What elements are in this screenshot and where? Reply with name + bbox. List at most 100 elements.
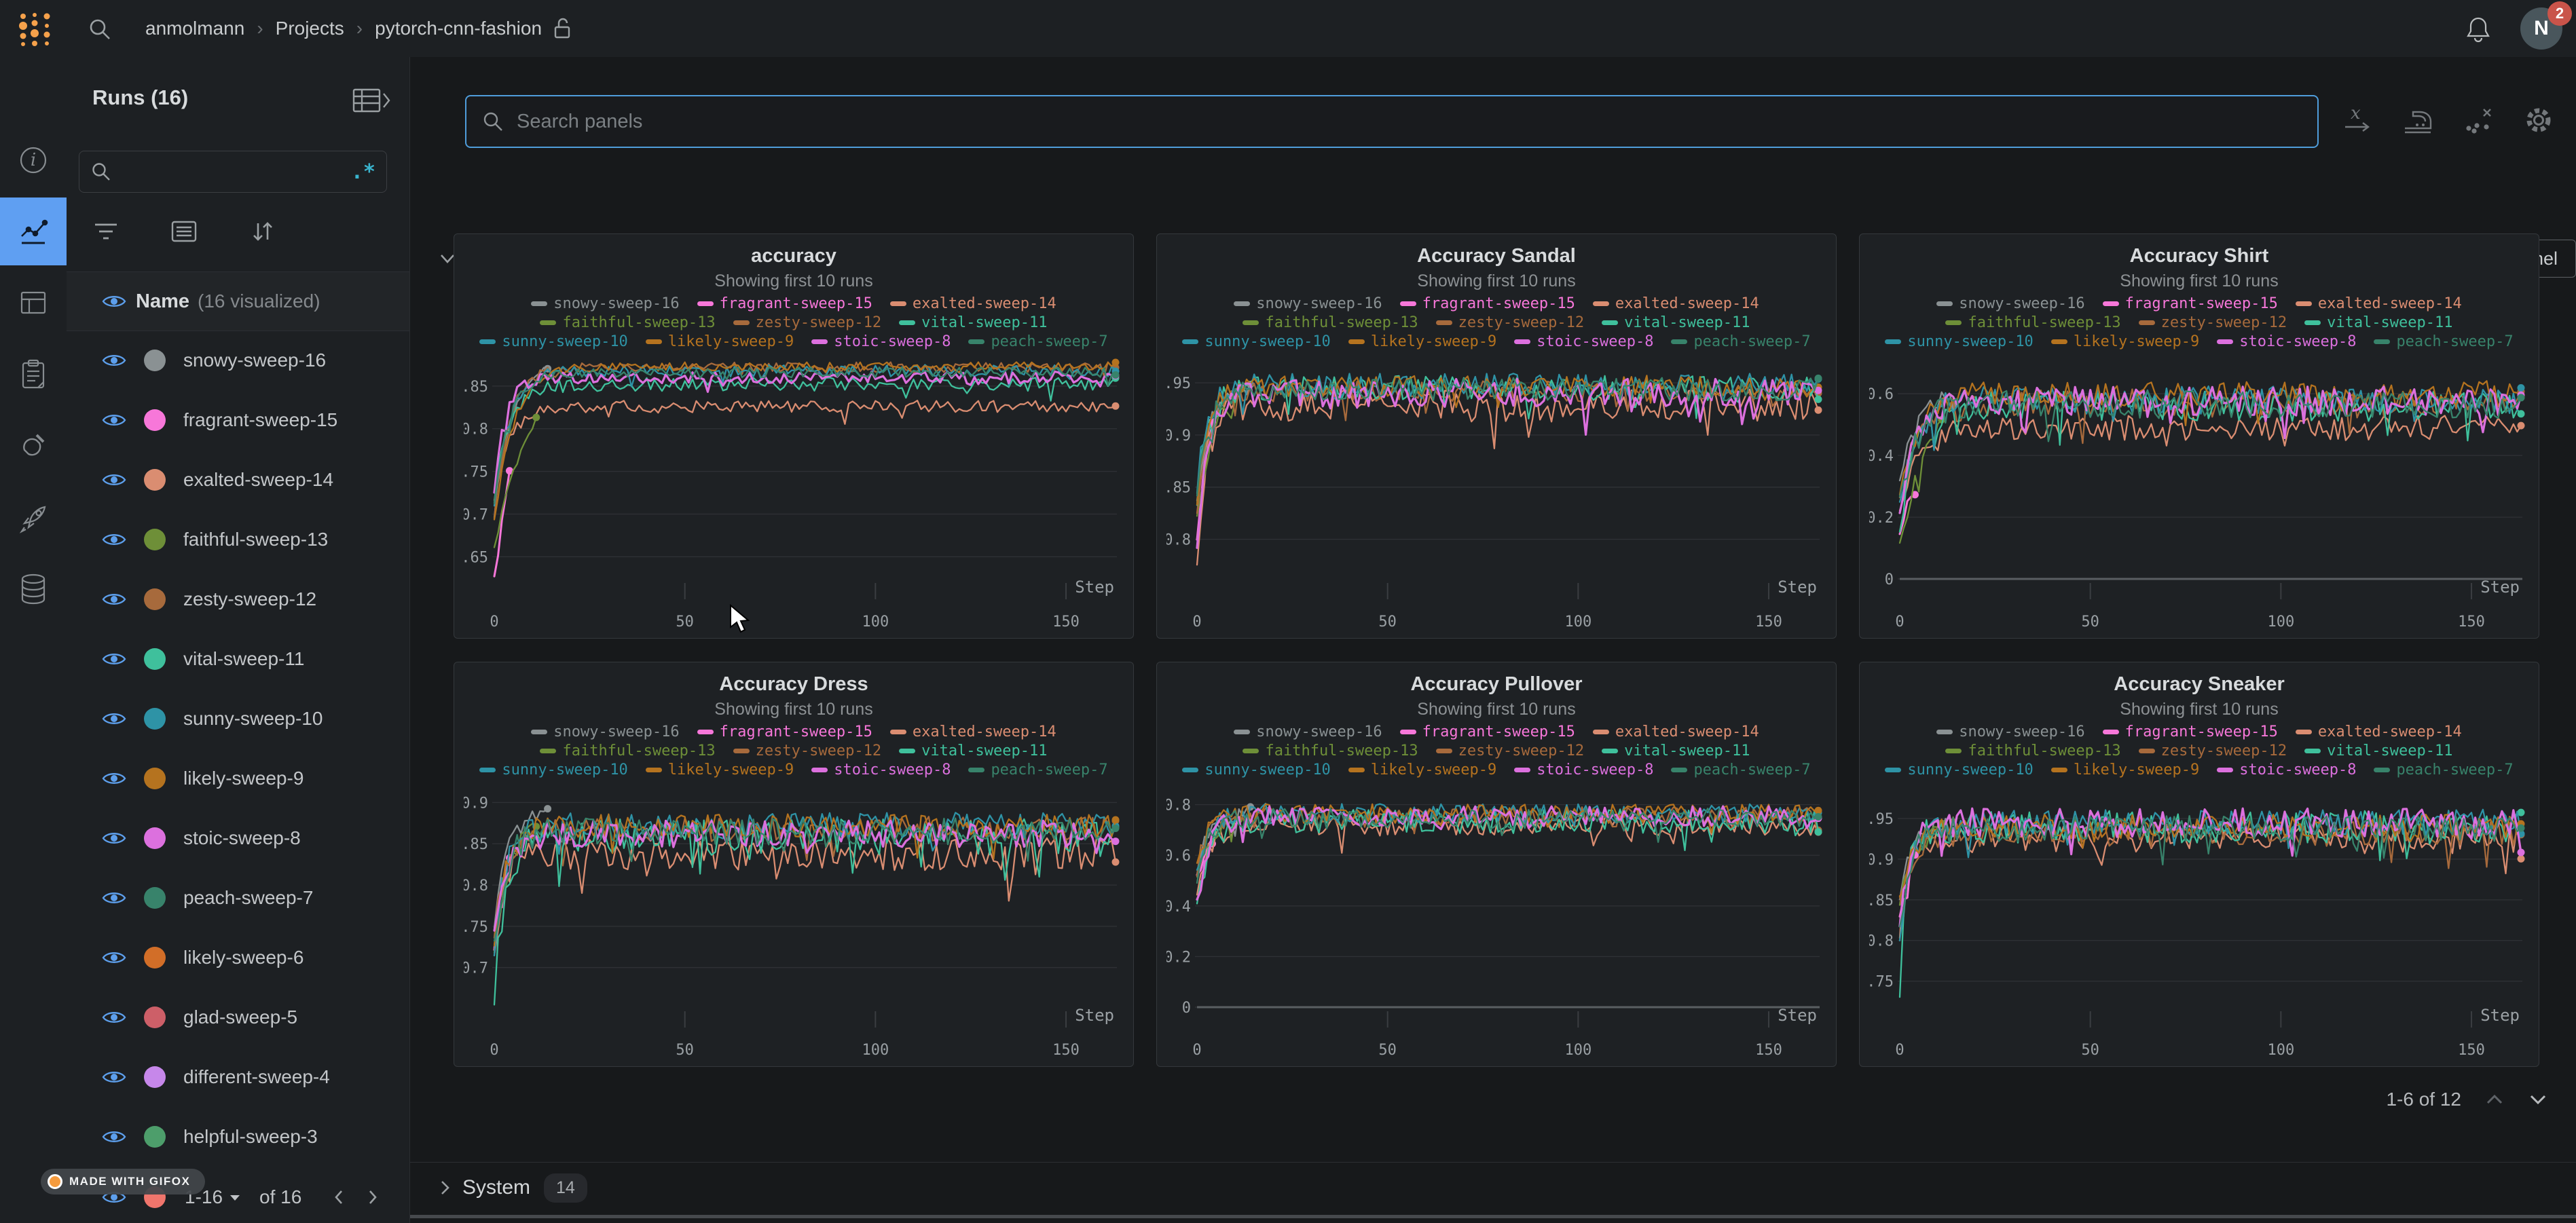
global-search-icon[interactable] <box>87 16 113 42</box>
run-name[interactable]: snowy-sweep-16 <box>183 350 326 371</box>
legend-swatch <box>2051 339 2067 344</box>
visibility-eye-icon[interactable] <box>102 1009 126 1026</box>
run-name[interactable]: different-sweep-4 <box>183 1066 330 1088</box>
group-list-icon[interactable] <box>145 220 223 243</box>
legend-item: zesty-sweep-12 <box>733 742 881 759</box>
run-row[interactable]: vital-sweep-11 <box>67 629 409 689</box>
charts-workspace-icon[interactable] <box>0 197 67 265</box>
run-name[interactable]: exalted-sweep-14 <box>183 469 333 491</box>
breadcrumb-project[interactable]: pytorch-cnn-fashion <box>375 18 542 39</box>
run-row[interactable]: zesty-sweep-12 <box>67 569 409 629</box>
legend-run-name: faithful-sweep-13 <box>1968 742 2120 759</box>
svg-text:0: 0 <box>490 1042 498 1059</box>
chart-subtitle: Showing first 10 runs <box>1157 700 1836 719</box>
svg-text:0.6: 0.6 <box>1869 386 1894 403</box>
notifications-bell-icon[interactable] <box>2465 15 2492 43</box>
run-row[interactable]: faithful-sweep-13 <box>67 510 409 569</box>
next-page-icon[interactable] <box>365 1187 380 1207</box>
run-row[interactable]: likely-sweep-9 <box>67 749 409 808</box>
legend-item: zesty-sweep-12 <box>1436 314 1584 331</box>
x-axis-icon[interactable]: x <box>2342 105 2372 135</box>
legend-swatch <box>1945 749 1962 753</box>
run-name[interactable]: glad-sweep-5 <box>183 1006 297 1028</box>
legend-run-name: exalted-sweep-14 <box>2318 295 2462 312</box>
panel-search[interactable] <box>465 95 2319 148</box>
run-row[interactable]: exalted-sweep-14 <box>67 450 409 510</box>
chart-panel[interactable]: Accuracy SandalShowing first 10 runssnow… <box>1156 233 1837 639</box>
run-row[interactable]: peach-sweep-7 <box>67 868 409 928</box>
run-row[interactable]: stoic-sweep-8 <box>67 808 409 868</box>
visibility-eye-icon[interactable] <box>102 1069 126 1085</box>
wandb-logo-icon[interactable] <box>18 11 53 48</box>
breadcrumb-user[interactable]: anmolmann <box>145 18 244 39</box>
run-row[interactable]: glad-sweep-5 <box>67 987 409 1047</box>
expand-runs-table-icon[interactable] <box>352 87 390 114</box>
prev-page-icon[interactable] <box>331 1187 346 1207</box>
run-name[interactable]: sunny-sweep-10 <box>183 708 323 730</box>
run-name[interactable]: faithful-sweep-13 <box>183 529 328 550</box>
visibility-eye-icon[interactable] <box>102 293 126 309</box>
run-name[interactable]: peach-sweep-7 <box>183 887 313 909</box>
visibility-eye-icon[interactable] <box>102 352 126 369</box>
runs-search-input[interactable]: .* <box>79 151 387 193</box>
chart-panel[interactable]: Accuracy DressShowing first 10 runssnowy… <box>454 662 1134 1067</box>
visibility-eye-icon[interactable] <box>102 770 126 787</box>
system-section-header[interactable]: System 14 <box>438 1162 2576 1213</box>
regex-toggle[interactable]: .* <box>351 160 375 184</box>
run-name[interactable]: likely-sweep-6 <box>183 947 303 968</box>
sweeps-broom-icon[interactable] <box>0 413 67 481</box>
visibility-eye-icon[interactable] <box>102 531 126 548</box>
overview-info-icon[interactable]: i <box>0 126 67 194</box>
run-row[interactable]: different-sweep-4 <box>67 1047 409 1107</box>
chart-subtitle: Showing first 10 runs <box>454 700 1133 719</box>
visibility-eye-icon[interactable] <box>102 651 126 667</box>
run-row[interactable]: helpful-sweep-3 <box>67 1107 409 1167</box>
visibility-eye-icon[interactable] <box>102 890 126 906</box>
run-row[interactable]: fragrant-sweep-15 <box>67 390 409 450</box>
page-up-icon[interactable] <box>2484 1093 2505 1106</box>
visibility-eye-icon[interactable] <box>102 711 126 727</box>
run-row[interactable]: snowy-sweep-16 <box>67 331 409 390</box>
run-name[interactable]: helpful-sweep-3 <box>183 1126 318 1148</box>
svg-text:0.95: 0.95 <box>1869 811 1894 828</box>
run-name[interactable]: zesty-sweep-12 <box>183 588 316 610</box>
run-row[interactable]: likely-sweep-6 <box>67 928 409 987</box>
table-view-icon[interactable] <box>0 269 67 337</box>
legend-run-name: sunny-sweep-10 <box>1204 333 1330 350</box>
run-name[interactable]: fragrant-sweep-15 <box>183 409 337 431</box>
settings-gear-icon[interactable] <box>2523 105 2554 136</box>
visibility-eye-icon[interactable] <box>102 830 126 846</box>
breadcrumb-projects[interactable]: Projects <box>276 18 344 39</box>
filter-icon[interactable] <box>67 220 145 243</box>
artifacts-database-icon[interactable] <box>0 555 67 623</box>
run-name[interactable]: likely-sweep-9 <box>183 768 303 789</box>
svg-text:0.85: 0.85 <box>1166 480 1191 497</box>
visibility-eye-icon[interactable] <box>102 412 126 428</box>
visibility-eye-icon[interactable] <box>102 591 126 607</box>
page-down-icon[interactable] <box>2528 1093 2548 1106</box>
expand-chevron-icon[interactable] <box>438 1178 452 1197</box>
runs-name-header[interactable]: Name (16 visualized) <box>67 272 409 331</box>
smoothing-iron-icon[interactable] <box>2402 107 2433 134</box>
name-column-label: Name <box>136 290 189 313</box>
page-size-caret-icon[interactable] <box>228 1192 242 1202</box>
chart-panel[interactable]: Accuracy PulloverShowing first 10 runssn… <box>1156 662 1837 1067</box>
horizontal-scrollbar[interactable] <box>410 1215 2576 1218</box>
run-row[interactable]: sunny-sweep-10 <box>67 689 409 749</box>
visibility-eye-icon[interactable] <box>102 1129 126 1145</box>
outliers-icon[interactable] <box>2463 105 2493 135</box>
panel-search-input[interactable] <box>515 110 2215 134</box>
legend-run-name: vital-sweep-11 <box>2327 314 2452 331</box>
legend-swatch <box>1671 768 1687 772</box>
legend-item: faithful-sweep-13 <box>1243 742 1418 759</box>
visibility-eye-icon[interactable] <box>102 949 126 966</box>
chart-panel[interactable]: Accuracy ShirtShowing first 10 runssnowy… <box>1859 233 2539 639</box>
run-name[interactable]: stoic-sweep-8 <box>183 827 301 849</box>
chart-panel[interactable]: accuracyShowing first 10 runssnowy-sweep… <box>454 233 1134 639</box>
visibility-eye-icon[interactable] <box>102 472 126 488</box>
chart-panel[interactable]: Accuracy SneakerShowing first 10 runssno… <box>1859 662 2539 1067</box>
logs-clipboard-icon[interactable] <box>0 341 67 409</box>
sort-icon[interactable] <box>223 219 301 244</box>
launch-rocket-icon[interactable] <box>0 485 67 552</box>
run-name[interactable]: vital-sweep-11 <box>183 648 304 670</box>
